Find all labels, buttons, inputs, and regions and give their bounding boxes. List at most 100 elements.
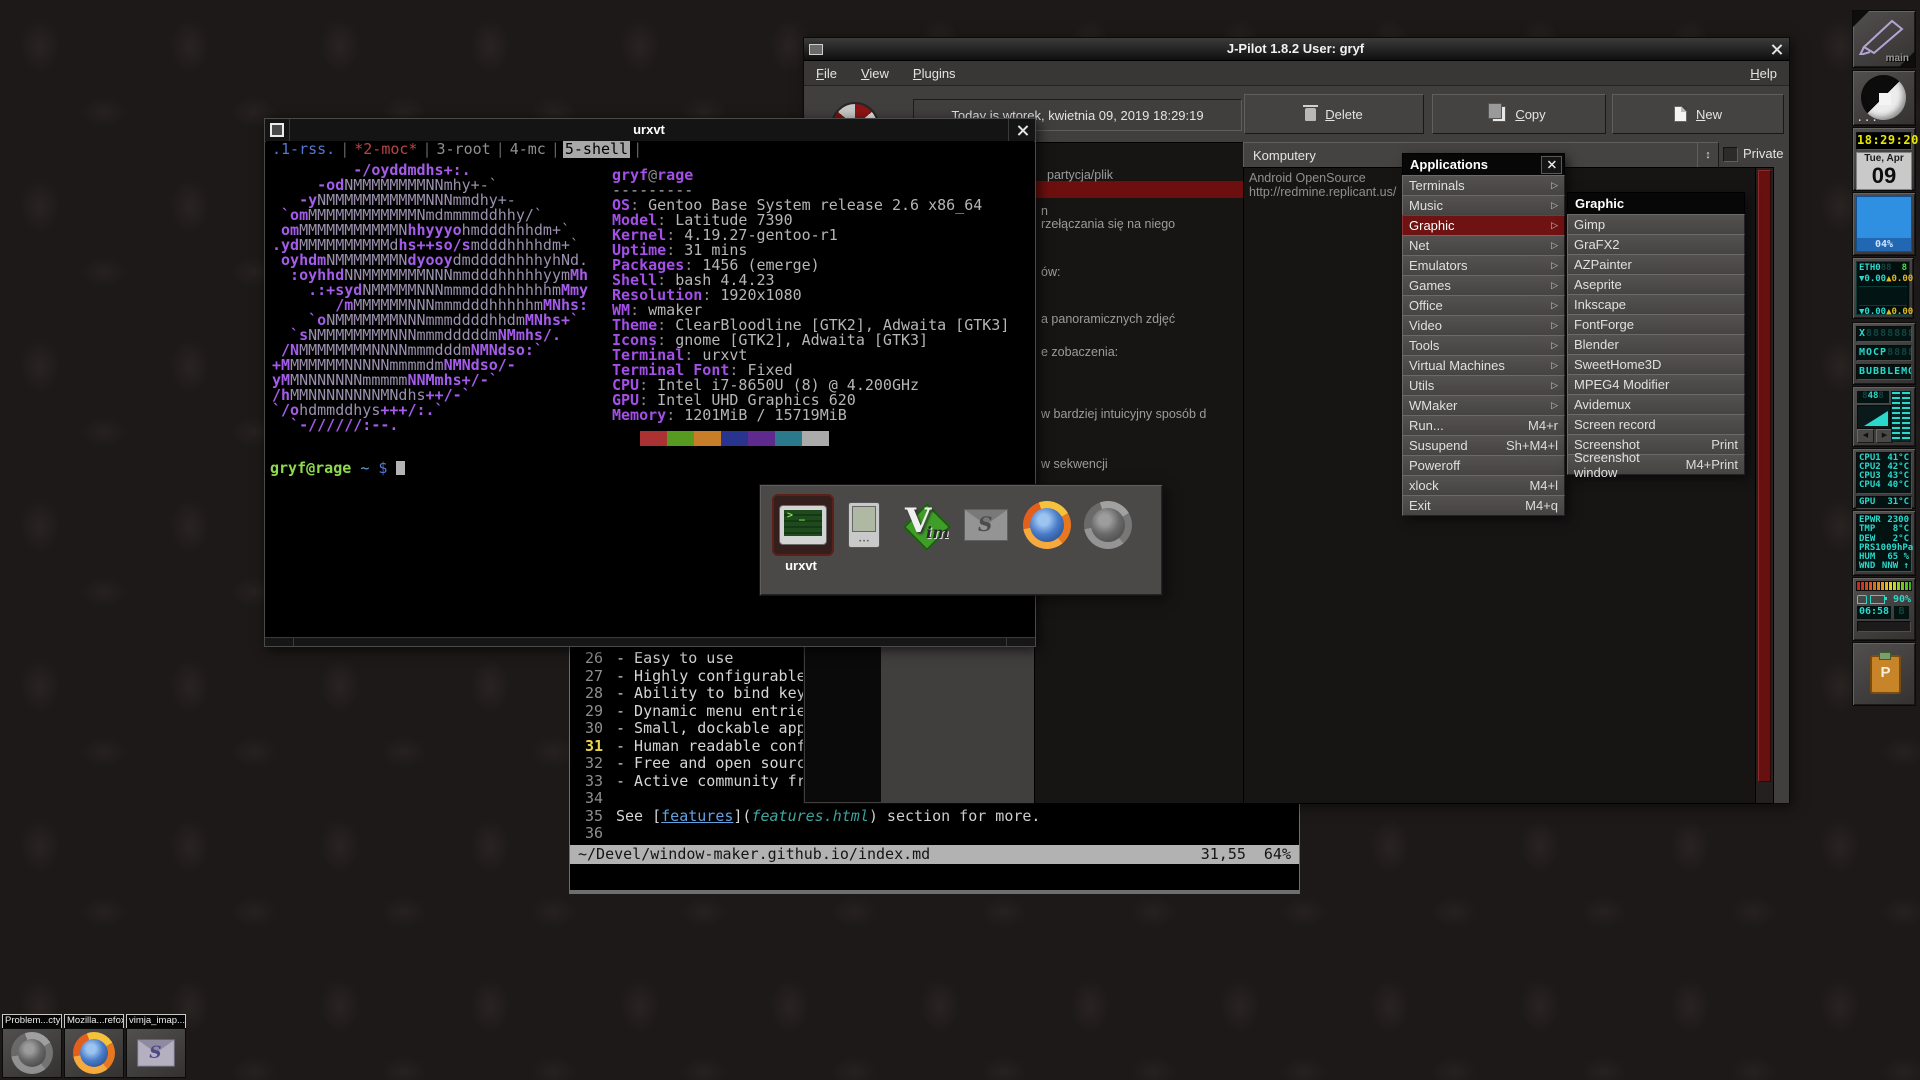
- terminal-tab-2-moc[interactable]: *2-moc*: [352, 141, 419, 158]
- switcher-slot-gvim[interactable]: Vim: [896, 496, 954, 554]
- menu-item-poweroff[interactable]: Poweroff: [1402, 455, 1565, 476]
- record-url[interactable]: http://redmine.replicant.us/: [1249, 185, 1396, 199]
- line-text: - Easy to use: [616, 649, 733, 667]
- memo-line[interactable]: n: [1041, 204, 1048, 218]
- jpilot-memo-list[interactable]: partycja/plik nrzełączania się na niego ów…: [1034, 142, 1244, 804]
- graphic-submenu-titlebar[interactable]: Graphic: [1567, 192, 1745, 215]
- menu-help[interactable]: Help: [1750, 66, 1777, 81]
- scrollbar-thumb[interactable]: [1758, 170, 1771, 782]
- menu-item-avidemux[interactable]: Avidemux: [1567, 394, 1745, 415]
- menu-item-run[interactable]: Run...M4+r: [1402, 415, 1565, 436]
- private-checkbox[interactable]: [1723, 147, 1738, 162]
- terminal-tab-3-root[interactable]: 3-root: [435, 141, 493, 158]
- memo-line[interactable]: ów:: [1041, 265, 1060, 279]
- tab-separator: |: [422, 141, 431, 158]
- menu-item-susupend[interactable]: SusupendSh+M4+l: [1402, 435, 1565, 456]
- menu-item-graphic[interactable]: Graphic▷: [1402, 215, 1565, 236]
- dock-monitor-app[interactable]: 04%: [1852, 192, 1916, 256]
- menu-item-azpainter[interactable]: AZPainter: [1567, 254, 1745, 275]
- menu-item-tools[interactable]: Tools▷: [1402, 335, 1565, 356]
- menu-item-games[interactable]: Games▷: [1402, 275, 1565, 296]
- switcher-slot-firefox2[interactable]: [1079, 496, 1137, 554]
- menu-item-blender[interactable]: Blender: [1567, 334, 1745, 355]
- dock-mixer-app[interactable]: 8488 ◀ ▶: [1852, 386, 1916, 447]
- miniwindow-problem[interactable]: Problem...ctyl: [2, 1014, 62, 1078]
- menu-item-office[interactable]: Office▷: [1402, 295, 1565, 316]
- dock-network-app[interactable]: ETH0888 ▼0.00▲0.00 ▼0.00▲0.00: [1852, 257, 1914, 319]
- jpilot-titlebar[interactable]: J-Pilot 1.8.2 User: gryf: [804, 38, 1789, 61]
- menu-item-grafx2[interactable]: GraFX2: [1567, 234, 1745, 255]
- terminal-tab-4-mc[interactable]: 4-mc: [508, 141, 548, 158]
- menu-item-wmaker[interactable]: WMaker▷: [1402, 395, 1565, 416]
- selected-row[interactable]: [1035, 181, 1243, 198]
- terminal-tabbar[interactable]: .1-rss.|*2-moc*|3-root|4-mc|5-shell|: [270, 142, 645, 157]
- submenu-arrow-icon: ▷: [1551, 220, 1558, 231]
- resize-bar[interactable]: [265, 637, 1035, 646]
- tab-separator: |: [633, 141, 642, 158]
- menu-plugins[interactable]: Plugins: [913, 66, 956, 81]
- dock-jpilot-app[interactable]: P: [1852, 642, 1916, 706]
- record-title[interactable]: Android OpenSource: [1249, 171, 1366, 185]
- switcher-slot-urxvt[interactable]: [772, 494, 834, 556]
- applications-menu[interactable]: Applications Terminals▷Music▷Graphic▷Net…: [1402, 153, 1565, 516]
- dock-status-led-app[interactable]: X88888888MOCP88888BUBBLEMON: [1852, 322, 1916, 385]
- menu-item-music[interactable]: Music▷: [1402, 195, 1565, 216]
- memo-line[interactable]: partycja/plik: [1047, 168, 1113, 182]
- close-icon[interactable]: [1763, 38, 1789, 60]
- dots-indicator: ...: [1857, 114, 1879, 124]
- dock-battery-app[interactable]: 90% 06:58 B: [1852, 577, 1916, 641]
- close-icon[interactable]: [1008, 119, 1035, 141]
- jpilot-menubar[interactable]: File View Plugins Help: [804, 61, 1789, 86]
- close-icon[interactable]: [1541, 156, 1562, 174]
- miniwindow-firefox[interactable]: Mozilla...refox: [64, 1014, 124, 1078]
- menu-item-utils[interactable]: Utils▷: [1402, 375, 1565, 396]
- switcher-slot-firefox[interactable]: [1018, 496, 1076, 554]
- menu-item-xlock[interactable]: xlockM4+l: [1402, 475, 1565, 496]
- menu-file[interactable]: File: [816, 66, 837, 81]
- dock-weather-app[interactable]: EPWR2300TMP8°CDEW2°CPRS1009hPaHUM65 %WND…: [1852, 510, 1916, 576]
- menu-item-screen-record[interactable]: Screen record: [1567, 414, 1745, 435]
- memo-line[interactable]: rzełączania się na niego: [1041, 217, 1175, 231]
- menu-item-exit[interactable]: ExitM4+q: [1402, 495, 1565, 516]
- line-number: 32: [576, 755, 603, 772]
- miniwindow-sylpheed[interactable]: vimja_imap... S: [126, 1014, 186, 1078]
- terminal-tab-1-rss[interactable]: .1-rss.: [270, 141, 337, 158]
- delete-button[interactable]: Delete: [1244, 94, 1424, 134]
- dock-yinyang-app[interactable]: ...: [1852, 70, 1916, 126]
- applications-menu-titlebar[interactable]: Applications: [1402, 153, 1565, 176]
- dock-clock-app[interactable]: 18:29:20 Tue, Apr 09: [1852, 127, 1916, 191]
- shell-prompt[interactable]: gryf@rage ~ $: [270, 461, 405, 476]
- memo-line[interactable]: a panoramicznych zdjęć: [1041, 312, 1175, 326]
- miniaturize-icon[interactable]: [265, 119, 290, 141]
- menu-item-inkscape[interactable]: Inkscape: [1567, 294, 1745, 315]
- menu-item-video[interactable]: Video▷: [1402, 315, 1565, 336]
- menu-item-net[interactable]: Net▷: [1402, 235, 1565, 256]
- memo-line[interactable]: w sekwencji: [1041, 457, 1108, 471]
- switcher-slot-sylpheed[interactable]: S: [957, 496, 1015, 554]
- terminal-tab-5-shell[interactable]: 5-shell: [563, 141, 630, 158]
- window-menu-icon[interactable]: [804, 38, 828, 60]
- menu-item-sweethome3d[interactable]: SweetHome3D: [1567, 354, 1745, 375]
- menu-item-fontforge[interactable]: FontForge: [1567, 314, 1745, 335]
- graphic-submenu[interactable]: Graphic GimpGraFX2AZPainterAsepriteInksc…: [1567, 192, 1745, 475]
- memo-line[interactable]: w bardziej intuicyjny sposób d: [1041, 407, 1206, 421]
- copy-button[interactable]: Copy: [1432, 94, 1606, 134]
- mixer-prev-button[interactable]: ◀: [1857, 429, 1874, 443]
- menu-item-emulators[interactable]: Emulators▷: [1402, 255, 1565, 276]
- menu-item-terminals[interactable]: Terminals▷: [1402, 175, 1565, 196]
- memo-line[interactable]: e zobaczenia:: [1041, 345, 1118, 359]
- dock-clip[interactable]: main: [1852, 10, 1916, 68]
- category-spinner[interactable]: ↕: [1697, 142, 1719, 168]
- dock-temperature-app[interactable]: CPU141°CCPU242°CCPU343°CCPU440°C GPU 31°…: [1852, 448, 1916, 509]
- scrollbar[interactable]: [1755, 167, 1774, 804]
- terminal-titlebar[interactable]: urxvt: [265, 119, 1035, 142]
- menu-item-mpeg4-modifier[interactable]: MPEG4 Modifier: [1567, 374, 1745, 395]
- new-button[interactable]: New: [1612, 94, 1784, 134]
- menu-view[interactable]: View: [861, 66, 889, 81]
- menu-item-screenshot-window[interactable]: Screenshot windowM4+Print: [1567, 454, 1745, 475]
- menu-item-virtual-machines[interactable]: Virtual Machines▷: [1402, 355, 1565, 376]
- switcher-slot-jpilot[interactable]: [835, 496, 893, 554]
- menu-item-gimp[interactable]: Gimp: [1567, 214, 1745, 235]
- app-switcher-panel[interactable]: Vim S urxvt: [759, 484, 1163, 596]
- menu-item-aseprite[interactable]: Aseprite: [1567, 274, 1745, 295]
